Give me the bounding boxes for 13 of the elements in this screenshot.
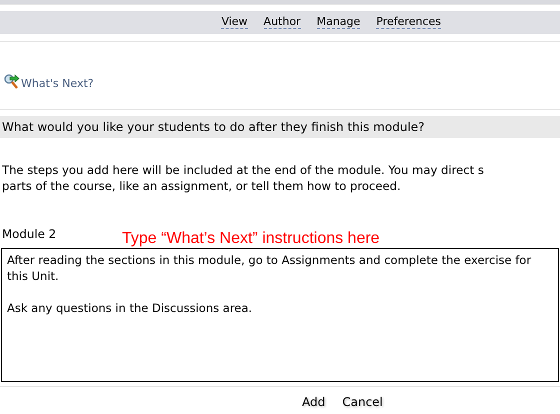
module-label: Module 2 xyxy=(1,226,58,241)
page-title: What's Next? xyxy=(21,77,94,90)
description-text: The steps you add here will be included at the end of the module. You may direct s parts of the course, like an assignment, or tell them how to proceed. xyxy=(2,162,485,194)
cancel-button[interactable]: Cancel xyxy=(342,395,383,409)
nav-link[interactable]: Manage xyxy=(316,16,360,29)
magnifier-arrow-icon xyxy=(4,74,20,90)
nav-link[interactable]: Preferences xyxy=(376,16,441,29)
annotation-text: Type “What’s Next” instructions here xyxy=(122,229,380,248)
add-button[interactable]: Add xyxy=(302,395,326,409)
question-heading: What would you like your students to do after they finish this module? xyxy=(0,116,560,138)
nav-link[interactable]: View xyxy=(221,16,248,29)
nav-link[interactable]: Author xyxy=(264,16,301,29)
instructions-field[interactable]: After reading the sections in this module, go to Assignments and complete the exercise for this Unit. Ask any questions in the Discussions area. xyxy=(1,248,559,382)
